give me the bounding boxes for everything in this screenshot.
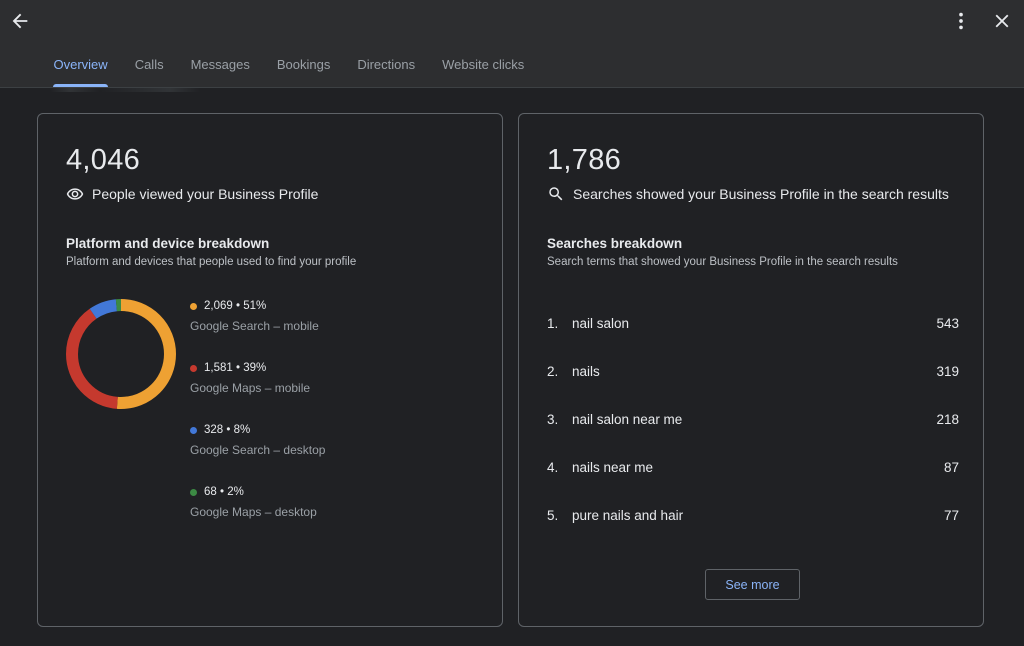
legend-dot <box>190 364 197 372</box>
searches-breakdown-title: Searches breakdown <box>547 236 683 251</box>
search-icon <box>549 187 563 201</box>
search-term-rank: 5. <box>547 507 559 523</box>
search-term-count: 77 <box>943 507 959 523</box>
legend-item-google-search-mobile: 2,069 • 51% Google Search – mobile <box>190 300 390 333</box>
platform-breakdown-subtitle: Platform and devices that people used to… <box>66 256 357 268</box>
searches-card: 1,786 Searches showed your Business Prof… <box>518 113 984 627</box>
close-icon <box>995 14 1009 28</box>
search-term-text: nails <box>572 363 600 379</box>
eye-icon <box>66 188 84 200</box>
search-term-count: 543 <box>936 315 959 331</box>
searches-label: Searches showed your Business Profile in… <box>547 185 949 203</box>
search-term-row: 5. pure nails and hair 77 <box>547 503 959 527</box>
legend-label: Google Maps – mobile <box>190 381 311 395</box>
legend-value: 68 • 2% <box>204 486 244 498</box>
tab-bookings[interactable]: Bookings <box>263 47 343 87</box>
tab-bar: Overview Calls Messages Bookings Directi… <box>40 47 538 87</box>
legend-label: Google Search – desktop <box>190 443 326 457</box>
legend-label: Google Search – mobile <box>190 319 319 333</box>
tab-calls[interactable]: Calls <box>121 47 177 87</box>
search-term-rank: 4. <box>547 459 559 475</box>
scrolled-content-edge <box>50 88 250 92</box>
views-total: 4,046 <box>66 144 141 176</box>
views-label-text: People viewed your Business Profile <box>92 186 319 202</box>
tab-overview[interactable]: Overview <box>40 47 121 87</box>
search-term-row: 1. nail salon 543 <box>547 311 959 335</box>
search-term-count: 87 <box>943 459 959 475</box>
search-term-text: nail salon <box>572 315 630 331</box>
close-button[interactable] <box>984 3 1020 39</box>
tab-messages[interactable]: Messages <box>177 47 263 87</box>
searches-breakdown-subtitle: Search terms that showed your Business P… <box>547 256 898 268</box>
legend-item-google-maps-desktop: 68 • 2% Google Maps – desktop <box>190 486 390 519</box>
more-vert-icon <box>959 12 963 30</box>
search-term-count: 218 <box>936 411 959 427</box>
legend-dot <box>190 426 197 434</box>
searches-total: 1,786 <box>547 144 622 176</box>
tab-website-clicks[interactable]: Website clicks <box>429 47 538 87</box>
see-more-button[interactable]: See more <box>705 569 800 600</box>
more-options-button[interactable] <box>943 3 979 39</box>
platform-donut-chart <box>66 299 176 409</box>
search-term-row: 3. nail salon near me 218 <box>547 407 959 431</box>
search-term-rank: 1. <box>547 315 559 331</box>
search-term-rank: 2. <box>547 363 559 379</box>
top-bar: Overview Calls Messages Bookings Directi… <box>0 0 1024 88</box>
search-term-rank: 3. <box>547 411 559 427</box>
legend-value: 328 • 8% <box>204 424 251 436</box>
search-term-text: nail salon near me <box>572 411 683 427</box>
legend-label: Google Maps – desktop <box>190 505 317 519</box>
legend-item-google-maps-mobile: 1,581 • 39% Google Maps – mobile <box>190 362 390 395</box>
search-term-text: nails near me <box>572 459 654 475</box>
back-button[interactable] <box>2 3 38 39</box>
search-term-row: 4. nails near me 87 <box>547 455 959 479</box>
search-term-row: 2. nails 319 <box>547 359 959 383</box>
legend-value: 1,581 • 39% <box>204 362 267 374</box>
legend-dot <box>190 302 197 310</box>
views-card: 4,046 People viewed your Business Profil… <box>37 113 503 627</box>
views-label: People viewed your Business Profile <box>66 185 318 203</box>
search-term-count: 319 <box>936 363 959 379</box>
platform-breakdown-title: Platform and device breakdown <box>66 236 270 251</box>
legend-value: 2,069 • 51% <box>204 300 267 312</box>
searches-label-text: Searches showed your Business Profile in… <box>573 186 949 202</box>
tab-directions[interactable]: Directions <box>344 47 429 87</box>
legend-item-google-search-desktop: 328 • 8% Google Search – desktop <box>190 424 390 457</box>
arrow-back-icon <box>12 13 28 29</box>
legend-dot <box>190 488 197 496</box>
search-term-text: pure nails and hair <box>572 507 684 523</box>
